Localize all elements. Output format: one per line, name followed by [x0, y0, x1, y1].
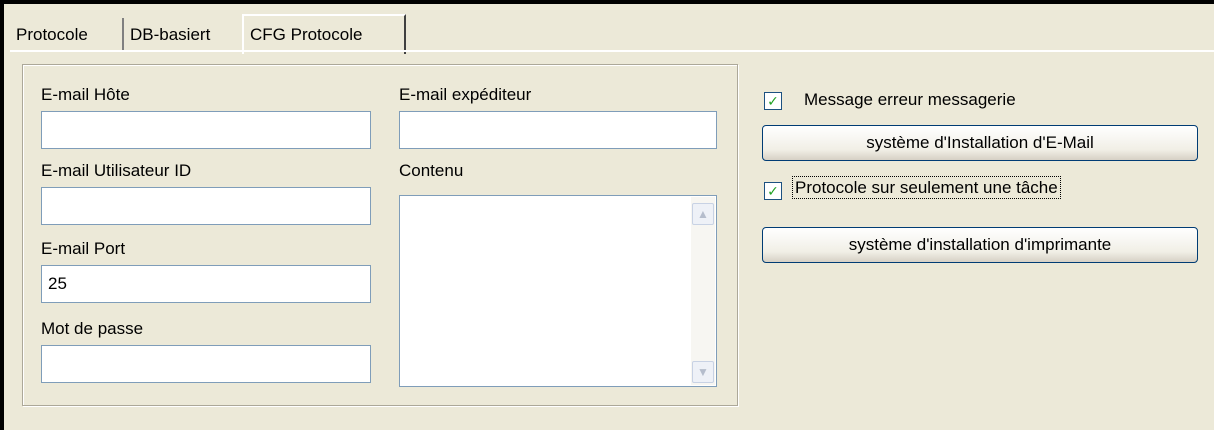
window-top-border: [0, 0, 1214, 4]
email-setup-button-label: système d'Installation d'E-Mail: [866, 133, 1094, 152]
password-input[interactable]: [41, 345, 371, 383]
tab-cfg-protocole[interactable]: CFG Protocole: [242, 14, 406, 54]
email-host-input[interactable]: [41, 111, 371, 149]
printer-setup-button[interactable]: système d'installation d'imprimante: [762, 227, 1198, 263]
email-settings-group: E-mail Hôte E-mail Utilisateur ID E-mail…: [22, 64, 738, 406]
content-scrollbar[interactable]: ▲ ▼: [691, 197, 715, 385]
sender-label: E-mail expéditeur: [399, 85, 532, 104]
tab-label: DB-basiert: [130, 25, 211, 44]
tab-label: CFG Protocole: [250, 25, 363, 44]
password-label: Mot de passe: [41, 319, 144, 338]
scroll-down-arrow-icon[interactable]: ▼: [692, 361, 714, 383]
content-label: Contenu: [399, 161, 464, 180]
mail-error-label[interactable]: Message erreur messagerie: [804, 90, 1016, 110]
tab-db-basiert[interactable]: DB-basiert: [124, 18, 240, 52]
tab-label: Protocole: [16, 25, 88, 44]
window-left-border: [0, 0, 4, 430]
email-setup-button[interactable]: système d'Installation d'E-Mail: [762, 125, 1198, 161]
content-text: [400, 196, 716, 204]
checkmark-icon: ✓: [767, 93, 779, 109]
email-port-label: E-mail Port: [41, 239, 126, 258]
scroll-up-arrow-icon[interactable]: ▲: [692, 203, 714, 225]
single-task-checkbox[interactable]: ✓: [764, 182, 782, 200]
email-port-input[interactable]: 25: [41, 265, 371, 303]
mail-error-checkbox[interactable]: ✓: [764, 92, 782, 110]
printer-setup-button-label: système d'installation d'imprimante: [848, 235, 1112, 254]
single-task-label: Protocole sur seulement une tâche: [792, 176, 1061, 199]
email-host-label: E-mail Hôte: [41, 85, 130, 104]
content-textarea[interactable]: ▲ ▼: [399, 195, 717, 387]
sender-input[interactable]: [399, 111, 717, 149]
single-task-label-wrap[interactable]: Protocole sur seulement une tâche: [792, 176, 1061, 199]
email-user-input[interactable]: [41, 187, 371, 225]
email-user-label: E-mail Utilisateur ID: [41, 161, 192, 180]
tab-protocole[interactable]: Protocole: [10, 18, 124, 52]
checkmark-icon: ✓: [767, 183, 779, 199]
tab-page-top-edge: [10, 50, 1214, 52]
